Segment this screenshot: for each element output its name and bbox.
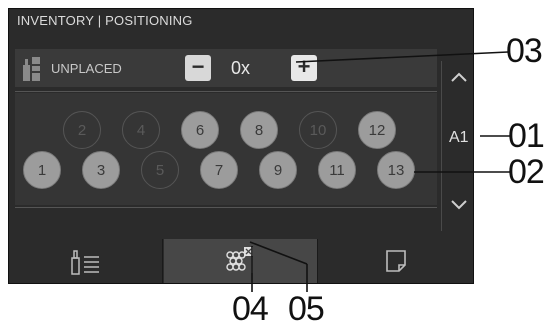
callout-lines: [249, 51, 512, 292]
callout-01: 01: [508, 117, 545, 155]
callout-03: 03: [506, 32, 543, 70]
callout-02: 02: [508, 153, 545, 191]
callout-05: 05: [288, 290, 325, 328]
callout-04: 04: [232, 290, 269, 328]
